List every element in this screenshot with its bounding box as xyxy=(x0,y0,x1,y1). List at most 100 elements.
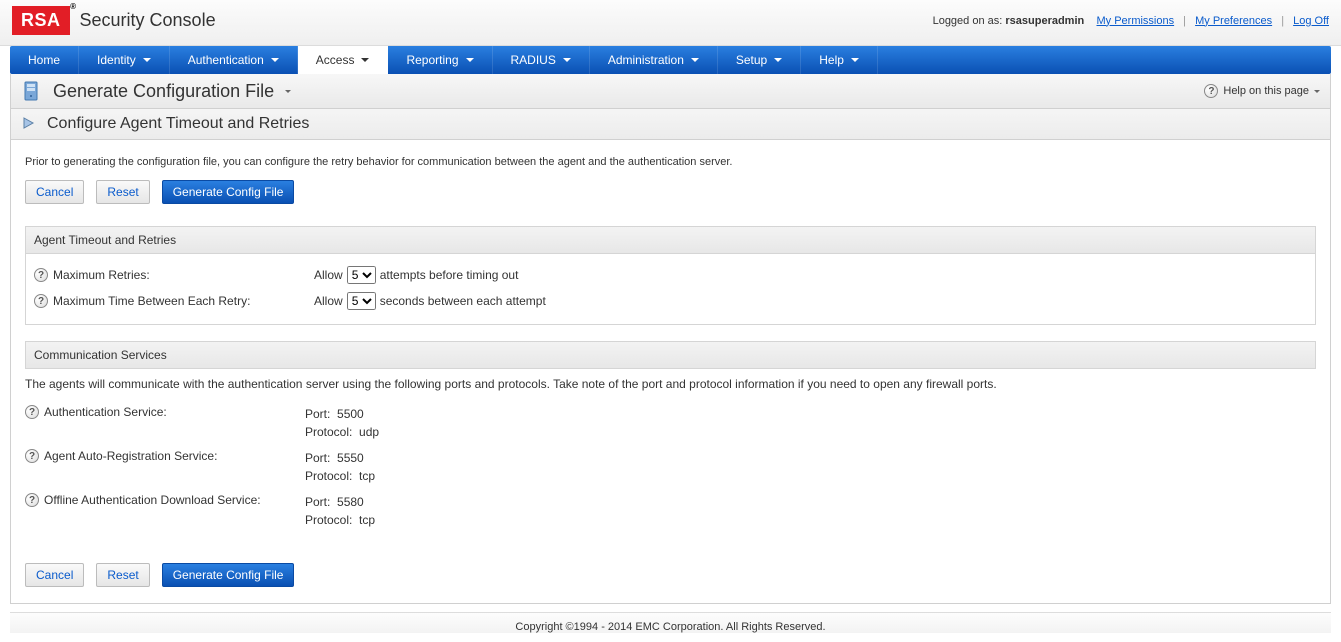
field-max-retries: ? Maximum Retries: Allow 5 attempts befo… xyxy=(34,262,1307,288)
port-label: Port: xyxy=(305,495,330,509)
service-label: ? Authentication Service: xyxy=(25,405,305,419)
protocol-label: Protocol: xyxy=(305,469,352,483)
protocol-label: Protocol: xyxy=(305,513,352,527)
protocol-label: Protocol: xyxy=(305,425,352,439)
generate-config-file-button[interactable]: Generate Config File xyxy=(162,180,295,204)
value-suffix: attempts before timing out xyxy=(380,268,519,282)
page-title-bar: Generate Configuration File ? Help on th… xyxy=(11,74,1330,109)
page-title: Generate Configuration File xyxy=(53,81,274,102)
help-icon[interactable]: ? xyxy=(25,449,39,463)
separator: | xyxy=(1281,15,1284,27)
service-auto-registration: ? Agent Auto-Registration Service: Port:… xyxy=(25,445,1316,489)
link-my-permissions[interactable]: My Permissions xyxy=(1096,15,1174,27)
port-value: 5580 xyxy=(337,495,364,509)
section-body: The agents will communicate with the aut… xyxy=(25,369,1316,543)
field-value: Allow 5 attempts before timing out xyxy=(314,266,518,284)
page-title-left: Generate Configuration File xyxy=(21,80,291,102)
service-offline-auth-download: ? Offline Authentication Download Servic… xyxy=(25,489,1316,533)
nav-label: Home xyxy=(28,53,60,67)
nav-administration[interactable]: Administration xyxy=(590,46,718,74)
chevron-down-icon[interactable] xyxy=(285,90,291,93)
label-text: Agent Auto-Registration Service: xyxy=(44,449,217,463)
help-icon: ? xyxy=(1204,84,1218,98)
section-body: ? Maximum Retries: Allow 5 attempts befo… xyxy=(26,254,1315,324)
chevron-down-icon xyxy=(563,58,571,62)
nav-label: Administration xyxy=(608,53,684,67)
nav-identity[interactable]: Identity xyxy=(79,46,170,74)
rsa-logo: RSA ® xyxy=(12,6,70,35)
cancel-button[interactable]: Cancel xyxy=(25,180,84,204)
link-my-preferences[interactable]: My Preferences xyxy=(1195,15,1272,27)
help-icon[interactable]: ? xyxy=(25,493,39,507)
app-title: Security Console xyxy=(80,10,216,31)
server-icon xyxy=(21,80,41,102)
nav-help[interactable]: Help xyxy=(801,46,878,74)
chevron-down-icon xyxy=(1314,90,1320,93)
chevron-down-icon xyxy=(851,58,859,62)
nav-label: Identity xyxy=(97,53,136,67)
protocol-value: udp xyxy=(359,425,379,439)
chevron-down-icon xyxy=(466,58,474,62)
service-label: ? Agent Auto-Registration Service: xyxy=(25,449,305,463)
generate-config-file-button[interactable]: Generate Config File xyxy=(162,563,295,587)
help-icon[interactable]: ? xyxy=(34,268,48,282)
section-timeout: Agent Timeout and Retries ? Maximum Retr… xyxy=(25,226,1316,325)
field-max-time: ? Maximum Time Between Each Retry: Allow… xyxy=(34,288,1307,314)
chevron-down-icon xyxy=(691,58,699,62)
value-suffix: seconds between each attempt xyxy=(380,294,546,308)
reset-button[interactable]: Reset xyxy=(96,180,149,204)
username: rsasuperadmin xyxy=(1005,15,1084,27)
help-on-this-page[interactable]: ? Help on this page xyxy=(1204,84,1320,98)
service-label: ? Offline Authentication Download Servic… xyxy=(25,493,305,507)
port-value: 5550 xyxy=(337,451,364,465)
chevron-down-icon xyxy=(774,58,782,62)
sub-title-bar: Configure Agent Timeout and Retries xyxy=(11,109,1330,140)
max-retries-select[interactable]: 5 xyxy=(347,266,376,284)
field-value: Allow 5 seconds between each attempt xyxy=(314,292,546,310)
nav-label: RADIUS xyxy=(511,53,556,67)
protocol-value: tcp xyxy=(359,469,375,483)
value-prefix: Allow xyxy=(314,294,343,308)
intro-text: Prior to generating the configuration fi… xyxy=(25,156,1316,168)
nav-access[interactable]: Access xyxy=(298,46,389,74)
nav-label: Access xyxy=(316,53,355,67)
nav-label: Reporting xyxy=(406,53,458,67)
logged-on-prefix: Logged on as: xyxy=(933,15,1006,27)
label-text: Maximum Time Between Each Retry: xyxy=(53,294,250,308)
registered-icon: ® xyxy=(70,2,76,11)
reset-button[interactable]: Reset xyxy=(96,563,149,587)
separator: | xyxy=(1183,15,1186,27)
link-log-off[interactable]: Log Off xyxy=(1293,15,1329,27)
help-icon[interactable]: ? xyxy=(25,405,39,419)
max-time-select[interactable]: 5 xyxy=(347,292,376,310)
button-row-bottom: Cancel Reset Generate Config File xyxy=(25,563,1316,587)
help-label: Help on this page xyxy=(1223,85,1309,97)
field-label: ? Maximum Time Between Each Retry: xyxy=(34,294,314,308)
help-icon[interactable]: ? xyxy=(34,294,48,308)
section-communication-services: Communication Services The agents will c… xyxy=(25,341,1316,543)
nav-reporting[interactable]: Reporting xyxy=(388,46,492,74)
port-label: Port: xyxy=(305,407,330,421)
main-nav: Home Identity Authentication Access Repo… xyxy=(10,46,1331,74)
value-prefix: Allow xyxy=(314,268,343,282)
app-header: RSA ® Security Console Logged on as: rsa… xyxy=(0,0,1341,46)
sub-title: Configure Agent Timeout and Retries xyxy=(47,115,309,133)
chevron-down-icon xyxy=(361,58,369,62)
button-row-top: Cancel Reset Generate Config File xyxy=(25,180,1316,204)
field-label: ? Maximum Retries: xyxy=(34,268,314,282)
logo-text: RSA xyxy=(21,10,61,30)
section-heading: Communication Services xyxy=(25,341,1316,369)
nav-home[interactable]: Home xyxy=(10,46,79,74)
label-text: Maximum Retries: xyxy=(53,268,150,282)
brand: RSA ® Security Console xyxy=(12,6,216,35)
communication-description: The agents will communicate with the aut… xyxy=(25,377,1316,391)
cancel-button[interactable]: Cancel xyxy=(25,563,84,587)
nav-setup[interactable]: Setup xyxy=(718,46,801,74)
port-label: Port: xyxy=(305,451,330,465)
nav-radius[interactable]: RADIUS xyxy=(493,46,590,74)
nav-label: Authentication xyxy=(188,53,264,67)
service-value: Port: 5580 Protocol: tcp xyxy=(305,493,375,529)
chevron-down-icon xyxy=(271,58,279,62)
nav-authentication[interactable]: Authentication xyxy=(170,46,298,74)
content-body: Prior to generating the configuration fi… xyxy=(11,140,1330,603)
